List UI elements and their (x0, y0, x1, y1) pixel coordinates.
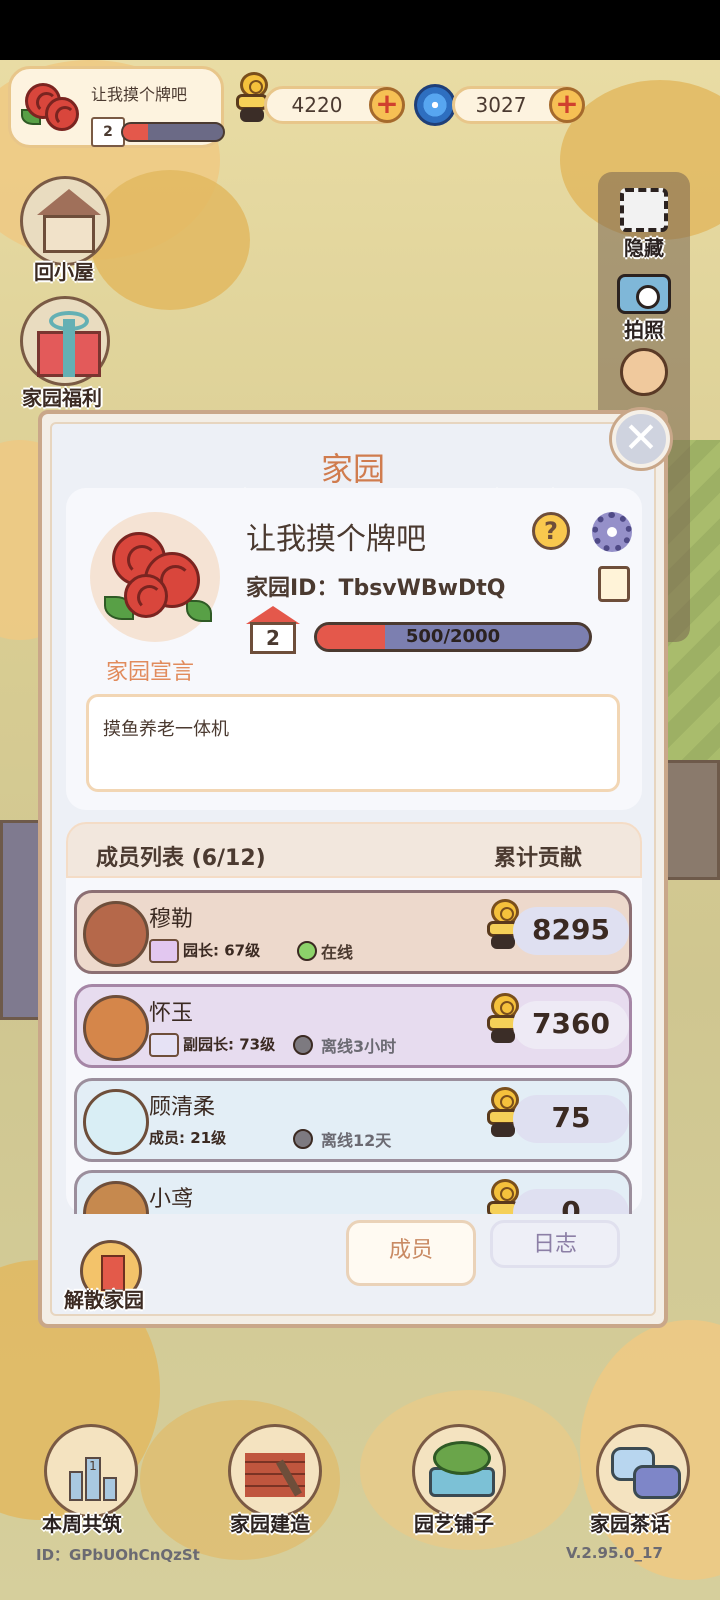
offline-status-dot-icon (293, 1035, 313, 1055)
member-contribution: 0 (513, 1189, 629, 1214)
member-name: 小鸢 (149, 1187, 194, 1212)
member-avatar (83, 901, 149, 967)
member-row[interactable]: 怀玉 副园长: 73级 离线3小时 7360 (74, 984, 632, 1068)
gem-currency-icon (414, 84, 456, 126)
member-status: 在线 (321, 943, 354, 962)
version-label: V.2.95.0_17 (566, 1544, 663, 1562)
podium-icon (69, 1471, 83, 1501)
member-row[interactable]: 穆勒 园长: 67级 在线 8295 (74, 890, 632, 974)
weekly-build-label: 本周共筑 (42, 1512, 122, 1536)
close-modal-button[interactable]: ✕ (612, 410, 670, 468)
character-avatar-icon (620, 348, 668, 396)
add-snail-currency-button[interactable]: + (369, 87, 405, 123)
modal-title: 家园 (320, 450, 385, 488)
member-avatar (83, 995, 149, 1061)
fullscreen-frame-icon (620, 188, 668, 232)
copy-id-button[interactable] (592, 566, 630, 609)
garden-level-badge: 2 (91, 117, 125, 147)
member-role: 副园长: 73级 (149, 1033, 275, 1057)
garden-name-heading: 让我摸个牌吧 (246, 522, 426, 557)
garden-level-number: 2 (250, 622, 296, 654)
garden-chat-button[interactable] (596, 1424, 690, 1518)
member-row[interactable]: 顾清柔 成员: 21级 离线12天 75 (74, 1078, 632, 1162)
garden-name: 让我摸个牌吧 (91, 85, 188, 104)
back-home-button[interactable] (20, 176, 110, 266)
house-icon (37, 189, 101, 215)
member-avatar (83, 1089, 149, 1155)
crown-icon (149, 1033, 179, 1057)
member-contribution: 75 (513, 1095, 629, 1143)
member-avatar (83, 1181, 149, 1214)
contribution-header: 累计贡献 (494, 846, 583, 871)
garden-profile-card[interactable]: 让我摸个牌吧 2 (8, 66, 225, 148)
hide-label: 隐藏 (624, 236, 664, 260)
camera-icon (617, 274, 671, 314)
garden-welfare-label: 家园福利 (22, 386, 102, 410)
garden-level-house-badge: 2 (246, 606, 300, 654)
rose-icon (124, 574, 168, 618)
rose-icon (45, 97, 79, 131)
manifesto-label: 家园宣言 (106, 660, 195, 685)
hide-ui-button[interactable]: 隐藏 (598, 188, 690, 261)
back-home-label: 回小屋 (34, 260, 94, 284)
snail-currency-display: 4220 + (264, 86, 405, 124)
member-role: 成员: 21级 (149, 1129, 227, 1147)
help-button[interactable]: ? (532, 512, 570, 550)
member-status: 离线12天 (321, 1131, 392, 1150)
garden-exp-text: 500/2000 (405, 626, 501, 647)
gem-currency-value: 3027 (475, 93, 527, 117)
member-row[interactable]: 小鸢 0 (74, 1170, 632, 1214)
member-status: 离线3小时 (321, 1037, 397, 1056)
garden-id: 家园ID：TbsvWBwDtQ (246, 576, 506, 601)
online-status-dot-icon (297, 941, 317, 961)
level-progress-fill (123, 124, 148, 140)
garden-welfare-button[interactable] (20, 296, 110, 386)
garden-exp-bar: 500/2000 (314, 622, 592, 652)
photo-label: 拍照 (624, 318, 664, 342)
members-title: 成员列表 (6/12) (96, 846, 266, 871)
member-contribution: 8295 (513, 907, 629, 955)
snail-currency-value: 4220 (291, 93, 343, 117)
member-name: 怀玉 (149, 1001, 194, 1026)
tab-log[interactable]: 日志 (490, 1220, 620, 1268)
settings-gear-button[interactable] (592, 512, 632, 552)
manifesto-text[interactable]: 摸鱼养老一体机 (86, 694, 620, 792)
crown-icon (149, 939, 179, 963)
member-name: 顾清柔 (149, 1095, 216, 1120)
member-name: 穆勒 (149, 907, 194, 932)
avatar-button[interactable] (598, 348, 690, 396)
level-progress-bar (121, 122, 225, 142)
garden-emblem (90, 512, 220, 642)
garden-shop-button[interactable] (412, 1424, 506, 1518)
garden-shop-label: 园艺铺子 (414, 1512, 494, 1536)
photo-button[interactable]: 拍照 (598, 274, 690, 343)
member-role: 园长: 67级 (149, 939, 260, 963)
member-contribution: 7360 (513, 1001, 629, 1049)
garden-build-button[interactable] (228, 1424, 322, 1518)
player-id: ID：GPbUOhCnQzSt (36, 1546, 200, 1564)
offline-status-dot-icon (293, 1129, 313, 1149)
garden-chat-label: 家园茶话 (590, 1512, 670, 1536)
add-gem-currency-button[interactable]: + (549, 87, 585, 123)
gem-currency-display: 3027 + (452, 86, 585, 124)
garden-build-label: 家园建造 (230, 1512, 310, 1536)
dissolve-garden-label: 解散家园 (64, 1288, 144, 1312)
tab-members[interactable]: 成员 (346, 1220, 476, 1286)
weekly-build-button[interactable]: 1 (44, 1424, 138, 1518)
